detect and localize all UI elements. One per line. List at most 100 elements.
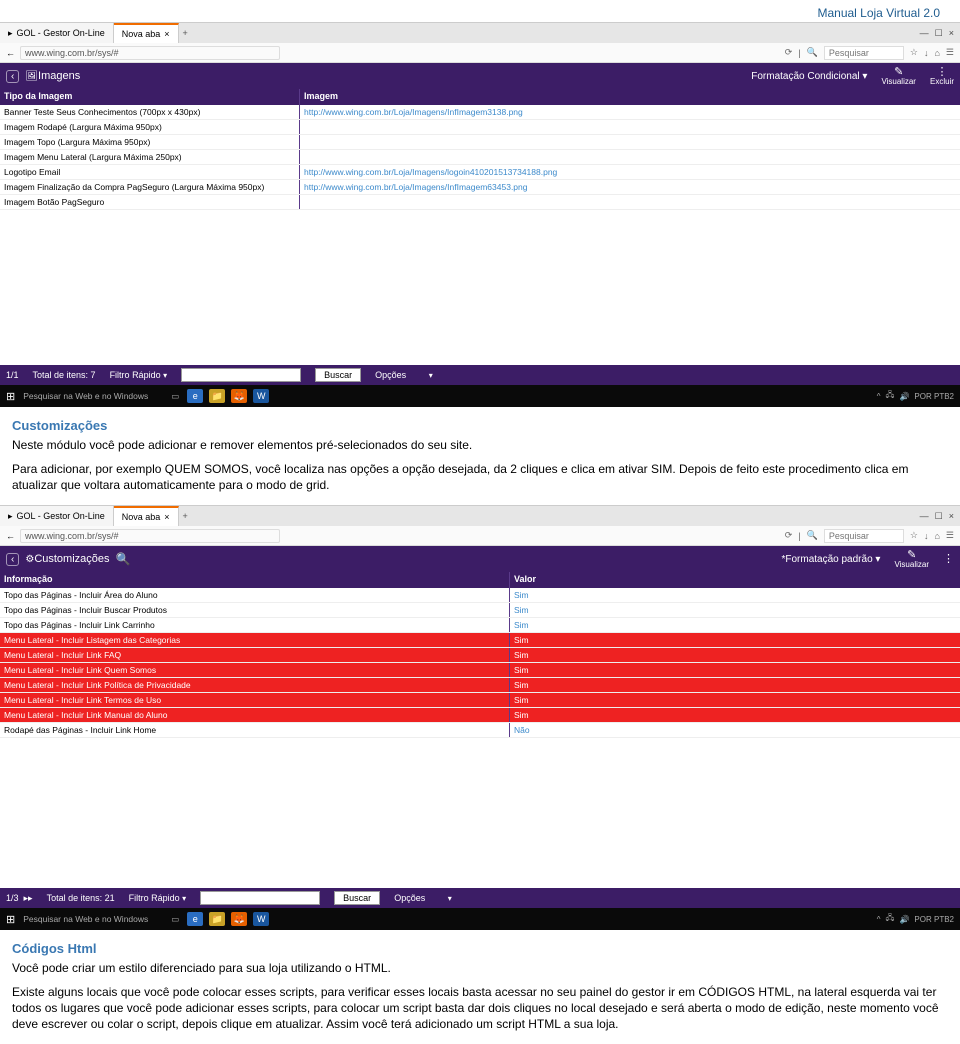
tray-net-icon[interactable]: 🖧	[886, 912, 895, 926]
taskview-icon[interactable]: ▭	[171, 914, 179, 925]
download-icon[interactable]: ↓	[924, 48, 929, 58]
browser-tab-1[interactable]: ▸GOL - Gestor On-Line	[0, 23, 114, 43]
home-icon[interactable]: ⌂	[934, 531, 939, 541]
opcoes-dropdown[interactable]: Opções ▾	[394, 893, 452, 903]
app-icon[interactable]: W	[253, 912, 269, 926]
url-field[interactable]: www.wing.com.br/sys/#	[20, 529, 280, 543]
table-row[interactable]: Imagem Menu Lateral (Largura Máxima 250p…	[0, 150, 960, 165]
tray-chevron-icon[interactable]: ^	[877, 915, 881, 924]
browser-tab-1[interactable]: ▸GOL - Gestor On-Line	[0, 506, 114, 526]
table-row[interactable]: Topo das Páginas - Incluir Buscar Produt…	[0, 603, 960, 618]
menu-icon[interactable]: ☰	[946, 530, 954, 541]
search-input[interactable]	[824, 529, 904, 543]
new-tab-button[interactable]: +	[183, 511, 188, 521]
table-row[interactable]: Menu Lateral - Incluir Listagem das Cate…	[0, 633, 960, 648]
search-icon[interactable]: 🔍	[116, 552, 131, 566]
buscar-button[interactable]: Buscar	[315, 368, 361, 382]
browser-tab-2[interactable]: Nova aba×	[114, 506, 179, 526]
home-icon[interactable]: ⌂	[934, 48, 939, 58]
col-informacao[interactable]: Informação	[0, 572, 510, 588]
reload-icon[interactable]: ⟳	[785, 530, 793, 541]
tray-lang[interactable]: POR PTB2	[914, 915, 954, 924]
url-field[interactable]: www.wing.com.br/sys/#	[20, 46, 280, 60]
table-row[interactable]: Logotipo Emailhttp://www.wing.com.br/Loj…	[0, 165, 960, 180]
app-icon[interactable]: 📁	[209, 912, 225, 926]
table-row[interactable]: Imagem Finalização da Compra PagSeguro (…	[0, 180, 960, 195]
screenshot-imagens: ▸GOL - Gestor On-Line Nova aba× + — ☐ × …	[0, 22, 960, 407]
excluir-action[interactable]: ⋮Excluir	[930, 66, 954, 87]
close-icon[interactable]: ×	[949, 511, 954, 522]
taskbar-pinned: e 📁 🦊 W	[187, 389, 269, 403]
maximize-icon[interactable]: ☐	[935, 511, 943, 522]
search-input[interactable]	[824, 46, 904, 60]
back-icon[interactable]: ←	[6, 531, 15, 541]
close-icon[interactable]: ×	[164, 29, 169, 39]
app-icon[interactable]: e	[187, 389, 203, 403]
table-row[interactable]: Topo das Páginas - Incluir Link Carrinho…	[0, 618, 960, 633]
table-row[interactable]: Rodapé das Páginas - Incluir Link HomeNã…	[0, 723, 960, 738]
col-imagem[interactable]: Imagem	[300, 89, 960, 105]
table-row[interactable]: Topo das Páginas - Incluir Área do Aluno…	[0, 588, 960, 603]
opcoes-dropdown[interactable]: Opções ▾	[375, 370, 433, 380]
tray-chevron-icon[interactable]: ^	[877, 392, 881, 401]
table-row[interactable]: Menu Lateral - Incluir Link Termos de Us…	[0, 693, 960, 708]
app-icon[interactable]: 🦊	[231, 912, 247, 926]
more-action[interactable]: ⋮	[943, 553, 954, 565]
heading-codigos: Códigos Html	[12, 940, 948, 958]
back-button[interactable]: ‹	[6, 70, 19, 83]
start-icon[interactable]: ⊞	[6, 390, 15, 403]
back-icon[interactable]: ←	[6, 48, 15, 58]
total-items: Total de itens: 7	[33, 370, 96, 380]
visualizar-action[interactable]: ✎Visualizar	[881, 66, 916, 87]
windows-taskbar: ⊞ Pesquisar na Web e no Windows ▭ e 📁 🦊 …	[0, 385, 960, 407]
app-icon[interactable]: 📁	[209, 389, 225, 403]
table-row[interactable]: Imagem Botão PagSeguro	[0, 195, 960, 210]
windows-taskbar: ⊞ Pesquisar na Web e no Windows ▭ e 📁 🦊 …	[0, 908, 960, 930]
back-button[interactable]: ‹	[6, 553, 19, 566]
visualizar-action[interactable]: ✎Visualizar	[894, 549, 929, 570]
close-icon[interactable]: ×	[164, 512, 169, 522]
document-header: Manual Loja Virtual 2.0	[0, 0, 960, 22]
taskbar-search[interactable]: Pesquisar na Web e no Windows	[23, 914, 163, 924]
tray-vol-icon[interactable]: 🔊	[899, 392, 909, 401]
close-icon[interactable]: ×	[949, 28, 954, 39]
app-toolbar: ‹ ⚙ Customizações 🔍 *Formatação padrão ▾…	[0, 546, 960, 572]
home-icon[interactable]: ☆	[910, 47, 918, 58]
download-icon[interactable]: ↓	[924, 531, 929, 541]
browser-tab-strip: ▸GOL - Gestor On-Line Nova aba× + — ☐ ×	[0, 23, 960, 43]
reload-icon[interactable]: ⟳	[785, 47, 793, 58]
table-row[interactable]: Menu Lateral - Incluir Link FAQSim	[0, 648, 960, 663]
minimize-icon[interactable]: —	[920, 28, 929, 39]
table-row[interactable]: Menu Lateral - Incluir Link Quem SomosSi…	[0, 663, 960, 678]
tray-lang[interactable]: POR PTB2	[914, 392, 954, 401]
filtro-rapido[interactable]: Filtro Rápido ▾	[129, 893, 187, 903]
table-row[interactable]: Menu Lateral - Incluir Link Manual do Al…	[0, 708, 960, 723]
buscar-button[interactable]: Buscar	[334, 891, 380, 905]
status-bar: 1/3 ▸▸ Total de itens: 21 Filtro Rápido …	[0, 888, 960, 908]
filtro-rapido[interactable]: Filtro Rápido ▾	[110, 370, 168, 380]
menu-icon[interactable]: ☰	[946, 47, 954, 58]
taskview-icon[interactable]: ▭	[171, 391, 179, 402]
app-icon[interactable]: 🦊	[231, 389, 247, 403]
home-icon[interactable]: ☆	[910, 530, 918, 541]
table-row[interactable]: Banner Teste Seus Conhecimentos (700px x…	[0, 105, 960, 120]
tray-vol-icon[interactable]: 🔊	[899, 915, 909, 924]
heading-customizacoes: Customizações	[12, 417, 948, 435]
new-tab-button[interactable]: +	[183, 28, 188, 38]
table-row[interactable]: Imagem Rodapé (Largura Máxima 950px)	[0, 120, 960, 135]
table-row[interactable]: Menu Lateral - Incluir Link Política de …	[0, 678, 960, 693]
taskbar-search[interactable]: Pesquisar na Web e no Windows	[23, 391, 163, 401]
app-icon[interactable]: e	[187, 912, 203, 926]
tray-net-icon[interactable]: 🖧	[886, 389, 895, 403]
minimize-icon[interactable]: —	[920, 511, 929, 522]
format-dropdown[interactable]: *Formatação padrão ▾	[781, 554, 880, 565]
col-valor[interactable]: Valor	[510, 572, 960, 588]
app-icon[interactable]: W	[253, 389, 269, 403]
table-row[interactable]: Imagem Topo (Largura Máxima 950px)	[0, 135, 960, 150]
paragraph: Você pode criar um estilo diferenciado p…	[12, 960, 948, 976]
start-icon[interactable]: ⊞	[6, 913, 15, 926]
browser-tab-2[interactable]: Nova aba×	[114, 23, 179, 43]
col-tipo[interactable]: Tipo da Imagem	[0, 89, 300, 105]
maximize-icon[interactable]: ☐	[935, 28, 943, 39]
conditional-format-dropdown[interactable]: Formatação Condicional ▾	[751, 71, 867, 82]
